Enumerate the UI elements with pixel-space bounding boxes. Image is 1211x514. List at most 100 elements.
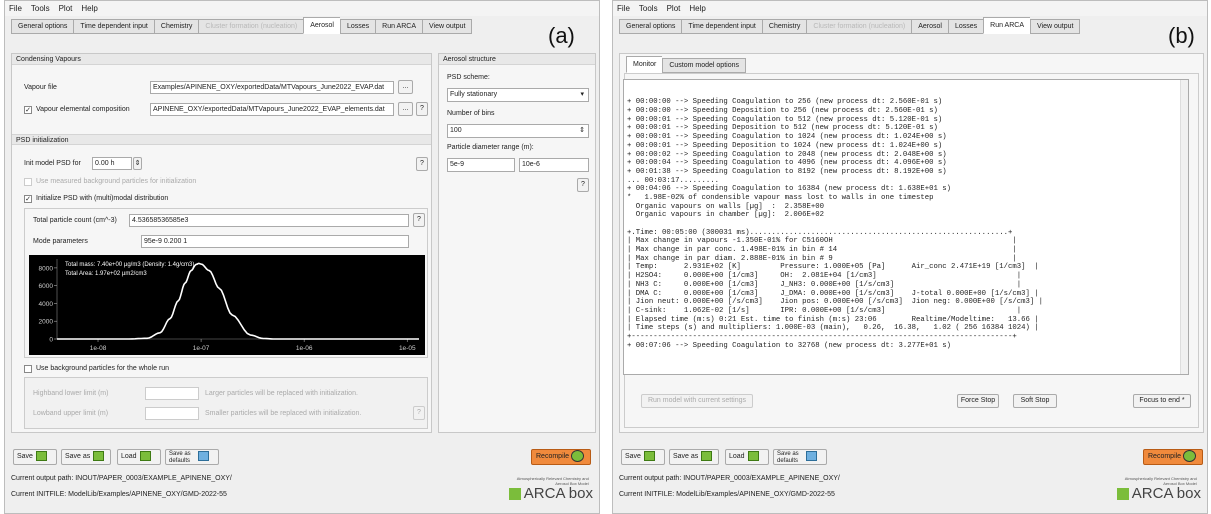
load-button[interactable]: Load bbox=[725, 449, 769, 465]
aerosol-main-panel: Condensing Vapours Vapour file Examples/… bbox=[11, 53, 432, 433]
init-psd-checkbox[interactable]: ✓ bbox=[24, 195, 32, 203]
monitor-log[interactable]: + 00:00:00 --> Speeding Coagulation to 2… bbox=[623, 79, 1189, 375]
save-as-button[interactable]: Save as bbox=[669, 449, 719, 465]
init-model-input[interactable]: 0.00 h bbox=[92, 157, 132, 170]
use-background-checkbox[interactable] bbox=[24, 365, 32, 373]
aerosol-structure-title: Aerosol structure bbox=[439, 54, 595, 65]
subtab-custom-options[interactable]: Custom model options bbox=[662, 58, 746, 73]
mode-params-label: Mode parameters bbox=[33, 238, 88, 245]
psd-scheme-label: PSD scheme: bbox=[447, 74, 490, 81]
log-lines: + 00:00:00 --> Speeding Coagulation to 2… bbox=[627, 98, 1185, 350]
arca-cube-icon bbox=[1116, 488, 1129, 501]
x-tick-label: 1e-05 bbox=[399, 345, 416, 352]
tab-general-options[interactable]: General options bbox=[11, 19, 74, 34]
tab-time-dependent-input[interactable]: Time dependent input bbox=[681, 19, 762, 34]
tab-view-output[interactable]: View output bbox=[1030, 19, 1081, 34]
init-model-spinner[interactable]: ⇕ bbox=[133, 157, 142, 170]
tab-chemistry[interactable]: Chemistry bbox=[153, 19, 199, 34]
psd-point bbox=[263, 338, 264, 339]
menu-tools[interactable]: Tools bbox=[31, 4, 50, 13]
subtab-monitor[interactable]: Monitor bbox=[626, 56, 663, 73]
psd-point bbox=[198, 263, 199, 264]
menu-help[interactable]: Help bbox=[81, 4, 97, 13]
save-button[interactable]: Save bbox=[621, 449, 665, 465]
tab-time-dependent-input[interactable]: Time dependent input bbox=[73, 19, 154, 34]
x-tick-label: 1e-06 bbox=[296, 345, 313, 352]
mode-params-input[interactable]: 95e-9 0.200 1 bbox=[141, 235, 409, 248]
init-model-help-button[interactable]: ? bbox=[416, 157, 428, 171]
save-defaults-label: Save as defaults bbox=[169, 451, 191, 464]
log-line: | Time steps (s) and multipliers: 1.000E… bbox=[627, 324, 1039, 333]
tab-chemistry[interactable]: Chemistry bbox=[761, 19, 807, 34]
vapour-elem-checkbox[interactable]: ✓ bbox=[24, 106, 32, 114]
menu-plot[interactable]: Plot bbox=[59, 4, 73, 13]
total-count-input[interactable]: 4.53658536585e3 bbox=[129, 214, 409, 227]
main-tabs: General options Time dependent input Chemi… bbox=[11, 17, 473, 34]
log-line: | Temp: 2.931E+02 [K] Pressure: 1.000E+0… bbox=[627, 263, 1039, 272]
tab-view-output[interactable]: View output bbox=[422, 19, 473, 34]
diam-min-input[interactable]: 5e-9 bbox=[447, 158, 515, 172]
save-button[interactable]: Save bbox=[13, 449, 57, 465]
recompile-button[interactable]: Recompile bbox=[531, 449, 591, 465]
tab-run-arca[interactable]: Run ARCA bbox=[983, 17, 1031, 34]
menu-plot[interactable]: Plot bbox=[667, 4, 681, 13]
log-scrollbar[interactable] bbox=[1180, 80, 1188, 374]
soft-stop-button[interactable]: Soft Stop bbox=[1013, 394, 1057, 408]
vapour-file-input[interactable]: Examples/APINENE_OXY/exportedData/MTVapo… bbox=[150, 81, 394, 94]
highband-input[interactable] bbox=[145, 387, 199, 400]
focus-to-end-button[interactable]: Focus to end * bbox=[1133, 394, 1191, 408]
menu-help[interactable]: Help bbox=[689, 4, 705, 13]
recompile-label: Recompile bbox=[1148, 453, 1182, 460]
log-line: + 00:01:38 --> Speeding Coagulation to 8… bbox=[627, 167, 947, 176]
vapour-file-label: Vapour file bbox=[24, 84, 57, 91]
tab-losses[interactable]: Losses bbox=[339, 19, 376, 34]
bins-label: Number of bins bbox=[447, 110, 495, 117]
diam-help-button[interactable]: ? bbox=[577, 178, 589, 192]
background-help-button[interactable]: ? bbox=[413, 406, 425, 420]
menu-tools[interactable]: Tools bbox=[639, 4, 658, 13]
psd-point bbox=[185, 282, 186, 283]
total-count-help-button[interactable]: ? bbox=[413, 213, 425, 227]
save-defaults-button[interactable]: Save as defaults bbox=[165, 449, 219, 465]
tab-aerosol[interactable]: Aerosol bbox=[303, 17, 340, 34]
diam-max-input[interactable]: 10e-6 bbox=[519, 158, 589, 172]
tab-losses[interactable]: Losses bbox=[947, 19, 984, 34]
save-as-button[interactable]: Save as bbox=[61, 449, 111, 465]
vapour-elem-browse-button[interactable]: ... bbox=[398, 102, 413, 116]
save-icon bbox=[643, 451, 655, 462]
run-model-button[interactable]: Run model with current settings bbox=[641, 394, 753, 408]
psd-scheme-value: Fully stationary bbox=[450, 91, 498, 98]
panel-label-b: (b) bbox=[1168, 23, 1195, 48]
log-line: | DMA C: 0.000E+00 [1/cm3] J_DMA: 0.000E… bbox=[627, 289, 1039, 298]
init-psd-label: Initialize PSD with (multi)modal distrib… bbox=[36, 195, 169, 202]
log-line: + 00:00:02 --> Speeding Coagulation to 2… bbox=[627, 150, 947, 159]
load-label: Load bbox=[121, 453, 137, 460]
load-button[interactable]: Load bbox=[117, 449, 161, 465]
psd-scheme-select[interactable]: Fully stationary ▾ bbox=[447, 88, 589, 102]
bins-input[interactable]: 100 ⇕ bbox=[447, 124, 589, 138]
lowband-input[interactable] bbox=[145, 407, 199, 420]
vapour-file-browse-button[interactable]: ... bbox=[398, 80, 413, 94]
vapour-elem-help-button[interactable]: ? bbox=[416, 102, 428, 116]
save-defaults-button[interactable]: Save as defaults bbox=[773, 449, 827, 465]
force-stop-button[interactable]: Force Stop bbox=[957, 394, 999, 408]
use-measured-checkbox[interactable] bbox=[24, 178, 32, 186]
condensing-vapours-title: Condensing Vapours bbox=[12, 54, 431, 65]
psd-point bbox=[250, 334, 251, 335]
tab-general-options[interactable]: General options bbox=[619, 19, 682, 34]
menu-file[interactable]: File bbox=[617, 4, 630, 13]
tab-cluster-formation-nucleation[interactable]: Cluster formation (nucleation) bbox=[806, 19, 912, 34]
tab-run-arca[interactable]: Run ARCA bbox=[375, 19, 423, 34]
psd-point bbox=[232, 314, 233, 315]
psd-point bbox=[128, 338, 129, 339]
tab-aerosol[interactable]: Aerosol bbox=[911, 19, 948, 34]
vapour-elem-input[interactable]: APINENE_OXY/exportedData/MTVapours_June2… bbox=[150, 103, 394, 116]
log-line: + 00:00:01 --> Speeding Deposition to 10… bbox=[627, 141, 943, 150]
highband-label: Highband lower limit (m) bbox=[33, 390, 109, 397]
spinner-icon[interactable]: ⇕ bbox=[579, 125, 585, 136]
vapour-elem-label: Vapour elemental composition bbox=[36, 106, 130, 113]
tab-cluster-formation-nucleation[interactable]: Cluster formation (nucleation) bbox=[198, 19, 304, 34]
menu-file[interactable]: File bbox=[9, 4, 22, 13]
window-aerosol: File Tools Plot Help General options Time… bbox=[4, 0, 600, 514]
recompile-button[interactable]: Recompile bbox=[1143, 449, 1203, 465]
